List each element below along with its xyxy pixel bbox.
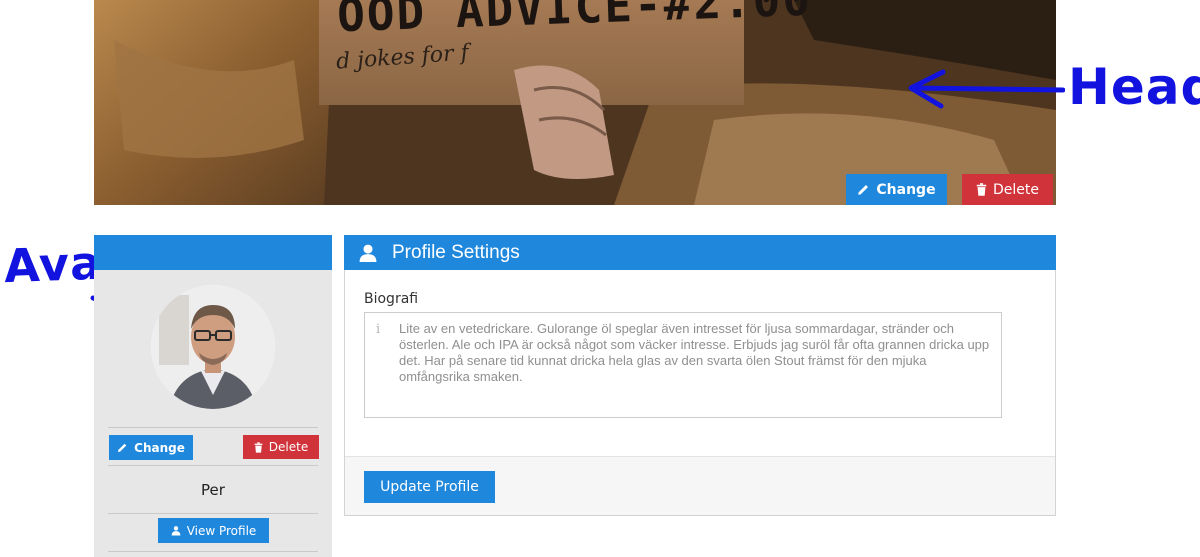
divider bbox=[108, 513, 318, 514]
trash-icon bbox=[254, 441, 263, 453]
view-profile-button[interactable]: View Profile bbox=[158, 518, 269, 543]
trash-icon bbox=[976, 183, 987, 196]
biography-text: Lite av en vetedrickare. Gulorange öl sp… bbox=[399, 321, 990, 384]
pencil-icon bbox=[118, 443, 127, 452]
pencil-icon bbox=[858, 185, 869, 195]
biography-label: Biografi bbox=[364, 291, 419, 307]
user-icon bbox=[171, 526, 181, 536]
settings-footer: Update Profile bbox=[345, 456, 1055, 515]
avatar-panel-header bbox=[94, 235, 332, 270]
divider bbox=[108, 551, 318, 552]
avatar-change-button[interactable]: Change bbox=[109, 435, 193, 460]
update-profile-button[interactable]: Update Profile bbox=[364, 471, 495, 503]
avatar-panel: Change Delete Per View Profile bbox=[94, 235, 332, 557]
header-delete-label: Delete bbox=[993, 181, 1039, 198]
head-arrow bbox=[908, 69, 1065, 109]
avatar-delete-button[interactable]: Delete bbox=[243, 435, 319, 459]
settings-header: Profile Settings bbox=[344, 235, 1056, 270]
biography-textarea[interactable]: i Lite av en vetedrickare. Gulorange öl … bbox=[364, 312, 1002, 418]
head-annotation: Head bbox=[1068, 58, 1200, 116]
header-change-button[interactable]: Change bbox=[846, 174, 947, 205]
divider bbox=[108, 427, 318, 428]
avatar-delete-label: Delete bbox=[268, 440, 309, 454]
header-delete-button[interactable]: Delete bbox=[962, 174, 1053, 205]
avatar bbox=[151, 285, 275, 409]
info-icon: i bbox=[376, 322, 381, 337]
divider bbox=[108, 465, 318, 466]
settings-panel: Profile Settings Biografi i Lite av en v… bbox=[344, 235, 1056, 516]
user-name: Per bbox=[201, 481, 225, 499]
avatar-change-label: Change bbox=[134, 440, 185, 455]
avatar-photo bbox=[151, 285, 275, 409]
settings-title: Profile Settings bbox=[392, 241, 520, 263]
view-profile-label: View Profile bbox=[186, 523, 257, 538]
user-icon bbox=[359, 244, 377, 262]
header-change-label: Change bbox=[876, 181, 936, 198]
